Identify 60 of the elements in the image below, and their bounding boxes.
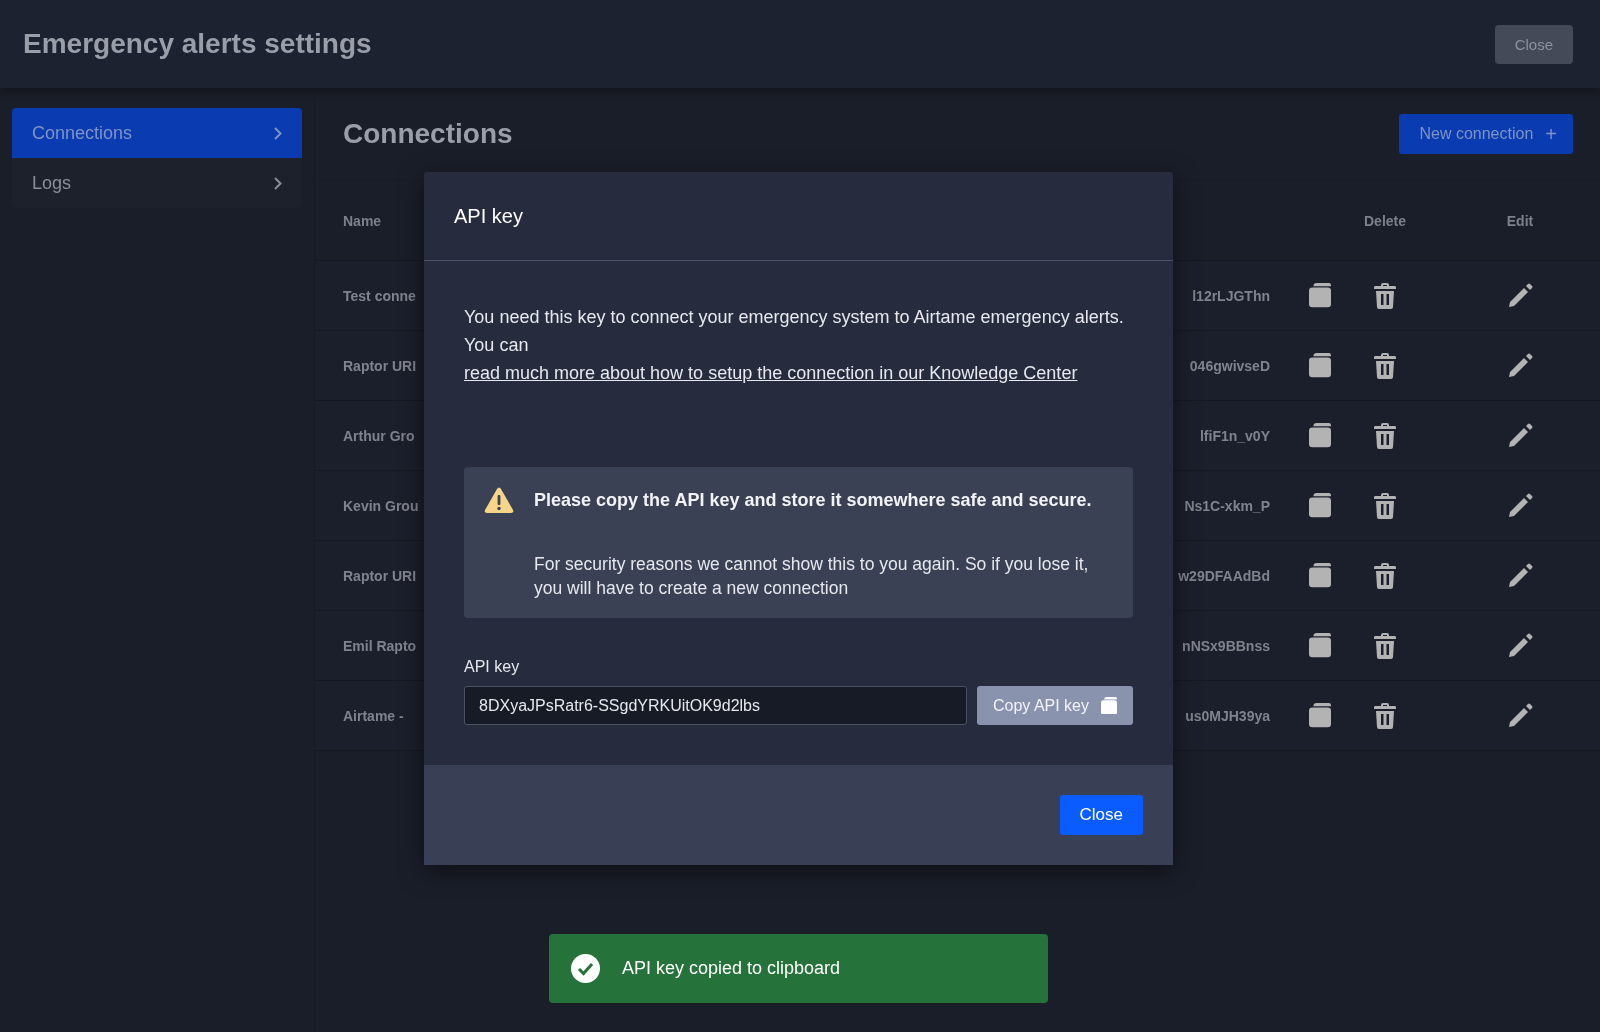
- close-button[interactable]: Close: [1059, 795, 1143, 835]
- knowledge-center-link[interactable]: read much more about how to setup the connection in our Knowledge Center: [464, 363, 1078, 383]
- pencil-icon[interactable]: [1507, 282, 1533, 309]
- chevron-right-icon: [274, 176, 282, 190]
- table-cell: Raptor URI: [343, 567, 417, 584]
- chevron-right-icon: [274, 126, 282, 140]
- table-cell: Kevin Grou: [343, 497, 419, 514]
- copy-icon[interactable]: [1309, 703, 1331, 728]
- copy-icon[interactable]: [1309, 283, 1331, 308]
- sidebar-item[interactable]: Connections: [12, 108, 302, 158]
- help-text: You can read much more about how to setup the connection in our Knowledge Center: [464, 334, 1079, 385]
- table-cell-text: lfiF1n_v0Y: [1199, 427, 1271, 444]
- trash-icon[interactable]: [1374, 562, 1396, 589]
- trash-icon[interactable]: [1374, 352, 1396, 379]
- sidebar-item-label: Logs: [32, 172, 72, 194]
- pencil-icon[interactable]: [1507, 352, 1533, 379]
- trash-icon[interactable]: [1374, 422, 1396, 449]
- copy-icon[interactable]: [1309, 563, 1331, 588]
- pencil-icon[interactable]: [1507, 422, 1533, 449]
- column-header: Edit: [1505, 212, 1535, 229]
- table-cell: Emil Rapto: [343, 637, 417, 654]
- column-header: Name: [343, 212, 383, 229]
- copy-icon[interactable]: [1309, 493, 1331, 518]
- close-button[interactable]: Close: [1494, 24, 1573, 64]
- check-circle-icon: [571, 954, 600, 983]
- pencil-icon[interactable]: [1507, 702, 1533, 729]
- table-cell: Airtame -: [343, 707, 404, 724]
- warning-icon: [484, 487, 514, 514]
- table-cell-text: 046gwivseD: [1189, 357, 1271, 374]
- intro-text: You need this key to connect your emergency system to Airtame emergency alerts.: [464, 306, 1125, 329]
- warning-text: For security reasons we cannot show this to you again. So if you lose it, you will have to create a new connection: [534, 553, 1090, 600]
- new-connection-button[interactable]: New connection +: [1399, 114, 1573, 154]
- toast-message: API key copied to clipboard: [622, 958, 841, 979]
- column-header: Delete: [1363, 212, 1407, 229]
- table-cell: Test conne: [343, 287, 416, 304]
- table-cell-text: Ns1C-xkm_P: [1184, 497, 1271, 514]
- table-cell-text: nNSx9BBnss: [1182, 637, 1271, 654]
- sidebar-item-label: Connections: [32, 122, 133, 144]
- pencil-icon[interactable]: [1507, 492, 1533, 519]
- table-cell-text: w29DFAAdBd: [1178, 567, 1271, 584]
- copy-icon[interactable]: [1309, 423, 1331, 448]
- copy-icon[interactable]: [1309, 633, 1331, 658]
- table-cell: Arthur Gro: [343, 427, 415, 444]
- table-cell-text: l12rLJGThn: [1192, 287, 1271, 304]
- dialog-title: API key: [454, 204, 523, 228]
- page-title: Emergency alerts settings: [23, 28, 372, 60]
- section-title: Connections: [343, 118, 513, 150]
- field-label: API key: [464, 658, 521, 676]
- table-cell-text: us0MJH39ya: [1185, 707, 1271, 724]
- api-key-field[interactable]: 8DXyaJPsRatr6-SSgdYRKUitOK9d2lbs: [464, 686, 967, 725]
- copy-api-key-button[interactable]: Copy API key: [977, 686, 1133, 725]
- trash-icon[interactable]: [1374, 632, 1396, 659]
- warning-title: Please copy the API key and store it somewhere safe and secure.: [534, 489, 1093, 512]
- table-cell: Raptor URI: [343, 357, 417, 374]
- trash-icon[interactable]: [1374, 492, 1396, 519]
- pencil-icon[interactable]: [1507, 562, 1533, 589]
- trash-icon[interactable]: [1374, 702, 1396, 729]
- pencil-icon[interactable]: [1507, 632, 1533, 659]
- trash-icon[interactable]: [1374, 282, 1396, 309]
- copy-icon[interactable]: [1309, 353, 1331, 378]
